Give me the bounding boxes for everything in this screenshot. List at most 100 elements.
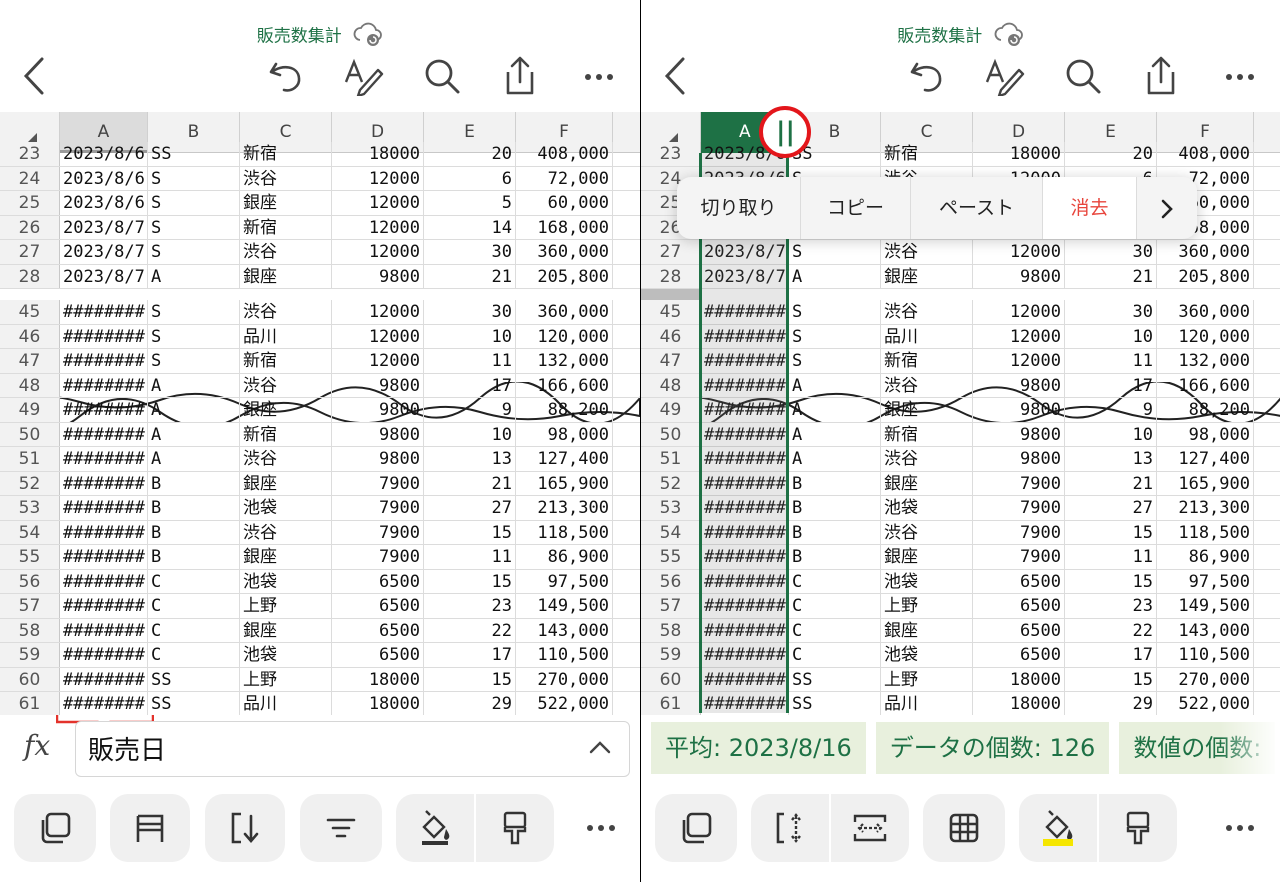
row-number[interactable]: 53 bbox=[641, 496, 701, 520]
cell-amount[interactable]: 143,000 bbox=[1157, 618, 1254, 642]
cell-qty[interactable]: 15 bbox=[424, 667, 516, 691]
cell-amount[interactable]: 165,900 bbox=[516, 471, 613, 495]
cell-price[interactable]: 12000 bbox=[332, 191, 424, 215]
cell-store[interactable]: 銀座 bbox=[881, 618, 973, 642]
row-number[interactable]: 49 bbox=[641, 398, 701, 422]
cell-rank[interactable]: B bbox=[789, 496, 881, 520]
cell-amount[interactable]: 88,200 bbox=[1157, 398, 1254, 422]
row-number[interactable]: 53 bbox=[0, 496, 60, 520]
cell-date[interactable]: ######## bbox=[60, 643, 148, 667]
cell-rank[interactable]: S bbox=[148, 349, 240, 373]
cell-rank[interactable]: A bbox=[789, 264, 881, 288]
cell-price[interactable]: 18000 bbox=[332, 692, 424, 715]
row-number[interactable]: 25 bbox=[0, 191, 60, 215]
cell-qty[interactable]: 10 bbox=[1065, 324, 1157, 348]
cell-qty[interactable]: 17 bbox=[1065, 373, 1157, 397]
row-number[interactable]: 60 bbox=[641, 667, 701, 691]
cell-amount[interactable]: 168,000 bbox=[516, 215, 613, 239]
cell-qty[interactable]: 27 bbox=[1065, 496, 1157, 520]
cell-store[interactable]: 渋谷 bbox=[240, 447, 332, 471]
back-button[interactable] bbox=[20, 56, 50, 96]
cell-qty[interactable]: 13 bbox=[424, 447, 516, 471]
share-button[interactable] bbox=[500, 56, 540, 96]
filter-button[interactable] bbox=[300, 794, 382, 862]
cell-qty[interactable]: 9 bbox=[424, 398, 516, 422]
cell-rank[interactable]: SS bbox=[789, 667, 881, 691]
cell-qty[interactable]: 30 bbox=[1065, 240, 1157, 264]
cell-store[interactable]: 渋谷 bbox=[881, 447, 973, 471]
search-button[interactable] bbox=[1063, 56, 1103, 96]
row-number[interactable]: 51 bbox=[641, 447, 701, 471]
cell-store[interactable]: 新宿 bbox=[240, 142, 332, 166]
row-number[interactable]: 27 bbox=[0, 240, 60, 264]
cell-price[interactable]: 9800 bbox=[973, 398, 1065, 422]
cell-store[interactable]: 新宿 bbox=[881, 349, 973, 373]
cell-rank[interactable]: S bbox=[148, 240, 240, 264]
cell-amount[interactable]: 97,500 bbox=[1157, 569, 1254, 593]
cell-store[interactable]: 渋谷 bbox=[881, 373, 973, 397]
cell-rank[interactable]: A bbox=[148, 398, 240, 422]
cell-store[interactable]: 品川 bbox=[881, 692, 973, 715]
cell-rank[interactable]: C bbox=[789, 594, 881, 618]
row-number[interactable]: 28 bbox=[0, 264, 60, 288]
cell-price[interactable]: 6500 bbox=[332, 643, 424, 667]
row-number[interactable]: 51 bbox=[0, 447, 60, 471]
cell-price[interactable]: 18000 bbox=[973, 667, 1065, 691]
cell-price[interactable]: 12000 bbox=[973, 240, 1065, 264]
row-number[interactable]: 61 bbox=[641, 692, 701, 715]
cell-amount[interactable]: 270,000 bbox=[1157, 667, 1254, 691]
row-number[interactable]: 50 bbox=[0, 422, 60, 446]
autofit-column-button[interactable] bbox=[751, 810, 829, 846]
row-number[interactable]: 24 bbox=[0, 166, 60, 190]
cell-rank[interactable]: B bbox=[789, 471, 881, 495]
cell-qty[interactable]: 21 bbox=[424, 264, 516, 288]
cell-store[interactable]: 新宿 bbox=[240, 215, 332, 239]
cell-date[interactable]: ######## bbox=[60, 569, 148, 593]
cell-price[interactable]: 12000 bbox=[332, 324, 424, 348]
cell-qty[interactable]: 13 bbox=[1065, 447, 1157, 471]
cell-rank[interactable]: B bbox=[148, 520, 240, 544]
cell-date[interactable]: ######## bbox=[60, 594, 148, 618]
cell-qty[interactable]: 5 bbox=[424, 191, 516, 215]
cell-rank[interactable]: C bbox=[148, 594, 240, 618]
cell-price[interactable]: 12000 bbox=[973, 349, 1065, 373]
cell-date[interactable]: ######## bbox=[60, 447, 148, 471]
cell-rank[interactable]: S bbox=[148, 191, 240, 215]
cell-qty[interactable]: 6 bbox=[424, 166, 516, 190]
cell-qty[interactable]: 11 bbox=[1065, 349, 1157, 373]
cell-amount[interactable]: 408,000 bbox=[1157, 142, 1254, 166]
row-number[interactable]: 23 bbox=[641, 142, 701, 166]
cell-store[interactable]: 池袋 bbox=[881, 569, 973, 593]
cell-price[interactable]: 6500 bbox=[332, 569, 424, 593]
duplicate-button[interactable] bbox=[655, 794, 737, 862]
cell-date[interactable]: 2023/8/7 bbox=[60, 215, 148, 239]
cell-price[interactable]: 7900 bbox=[332, 496, 424, 520]
row-number[interactable]: 27 bbox=[641, 240, 701, 264]
cell-price[interactable]: 18000 bbox=[973, 692, 1065, 715]
cell-price[interactable]: 9800 bbox=[332, 373, 424, 397]
cell-date[interactable]: ######## bbox=[60, 545, 148, 569]
cell-store[interactable]: 池袋 bbox=[881, 496, 973, 520]
cell-rank[interactable]: SS bbox=[789, 692, 881, 715]
cell-amount[interactable]: 143,000 bbox=[516, 618, 613, 642]
cell-store[interactable]: 上野 bbox=[240, 594, 332, 618]
undo-button[interactable] bbox=[266, 56, 306, 96]
cell-date[interactable]: 2023/8/7 bbox=[60, 264, 148, 288]
row-number[interactable]: 57 bbox=[641, 594, 701, 618]
cell-rank[interactable]: S bbox=[789, 324, 881, 348]
cell-qty[interactable]: 29 bbox=[424, 692, 516, 715]
cell-price[interactable]: 6500 bbox=[332, 594, 424, 618]
cell-date[interactable]: ######## bbox=[60, 324, 148, 348]
cell-date[interactable]: 2023/8/6 bbox=[60, 142, 148, 166]
cell-amount[interactable]: 118,500 bbox=[516, 520, 613, 544]
row-number[interactable]: 57 bbox=[0, 594, 60, 618]
cell-amount[interactable]: 166,600 bbox=[516, 373, 613, 397]
cell-amount[interactable]: 86,900 bbox=[516, 545, 613, 569]
cell-store[interactable]: 上野 bbox=[240, 667, 332, 691]
cell-date[interactable]: ######## bbox=[60, 422, 148, 446]
row-number[interactable]: 26 bbox=[0, 215, 60, 239]
format-painter-button[interactable] bbox=[476, 810, 554, 846]
cell-qty[interactable]: 15 bbox=[1065, 520, 1157, 544]
cell-price[interactable]: 12000 bbox=[332, 166, 424, 190]
cell-rank[interactable]: SS bbox=[148, 142, 240, 166]
